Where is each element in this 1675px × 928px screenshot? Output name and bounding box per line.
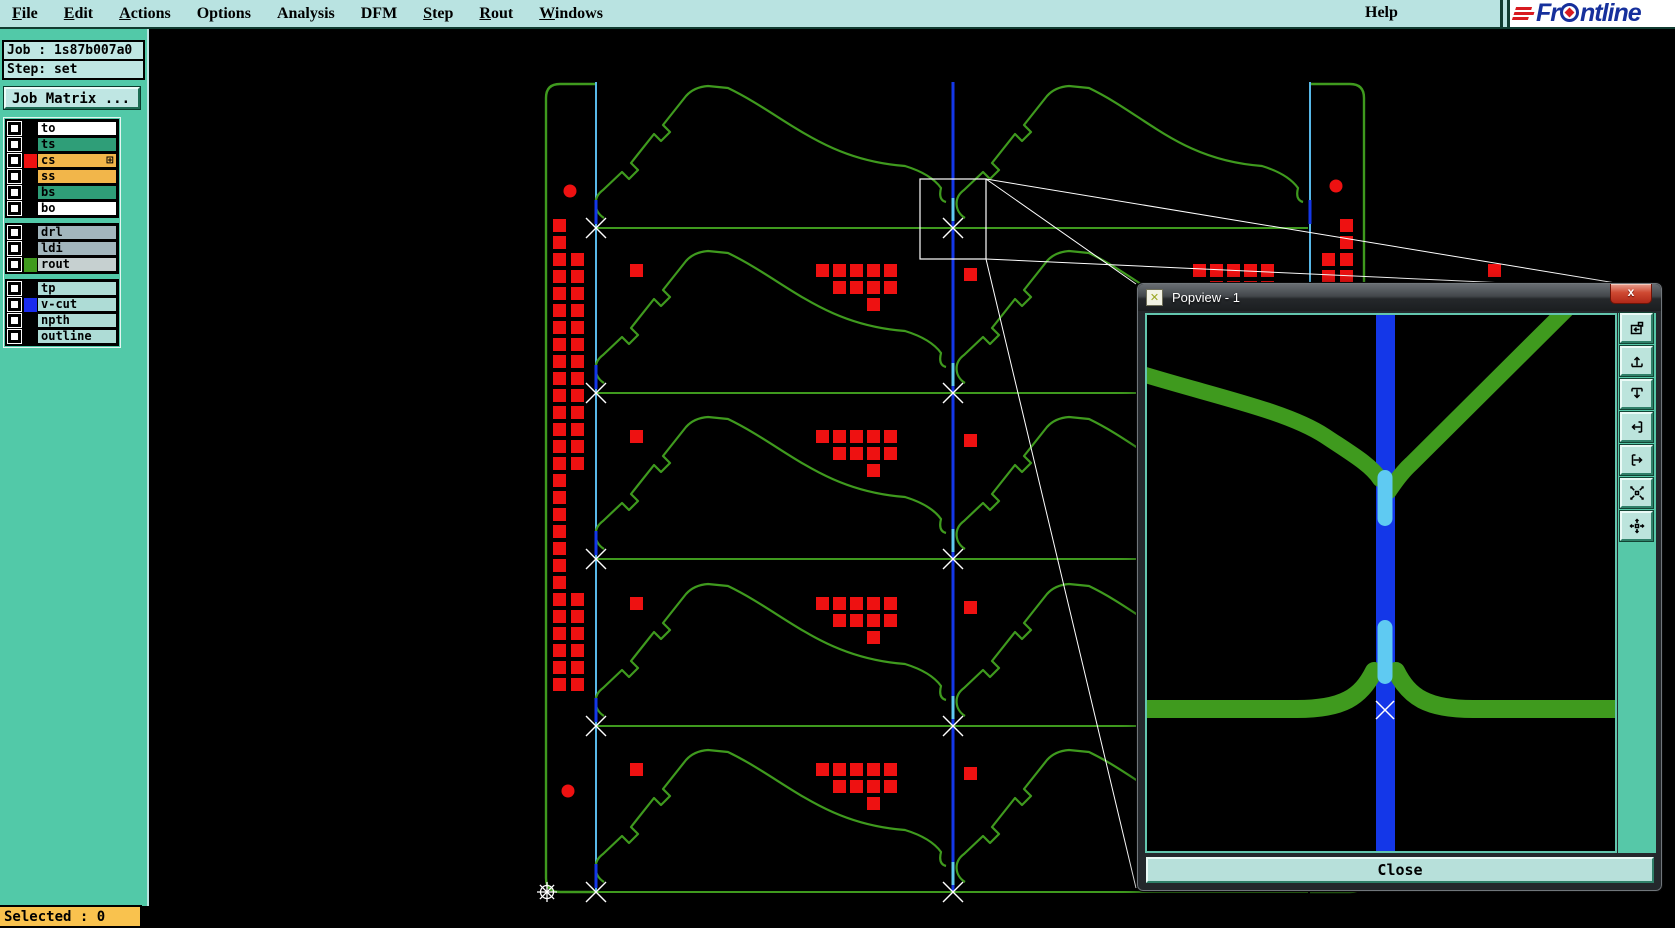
layer-checkbox-to[interactable] [7,121,22,136]
layer-color-swatch [24,313,37,328]
layer-label-npth[interactable]: npth [37,313,117,328]
layer-color-swatch [24,185,37,200]
menu-item-analysis[interactable]: Analysis [277,5,335,23]
layer-row-ldi[interactable]: ldi [7,241,117,256]
step-field: Step: set [2,60,145,80]
menu-bar: File Edit Actions Options Analysis DFM Step Rou… [0,0,1675,29]
layer-checkbox-cs[interactable] [7,153,22,168]
frontline-logo: Fr ntline [1507,0,1675,27]
layer-color-swatch [24,241,37,256]
layer-label-bo[interactable]: bo [37,201,117,216]
application-window: File Edit Actions Options Analysis DFM Step Rou… [0,0,1675,928]
pan-left-icon[interactable] [1619,411,1654,443]
menu-item-file[interactable]: File [12,5,38,23]
layer-checkbox-npth[interactable] [7,313,22,328]
menu-items: File Edit Actions Options Analysis DFM Step Rou… [12,0,603,27]
layer-color-swatch [24,297,37,312]
layer-checkbox-bs[interactable] [7,185,22,200]
layer-label-ss[interactable]: ss [37,169,117,184]
layer-color-swatch [24,201,37,216]
layer-group: to ts cs ⊞ ss bs bo [5,119,119,218]
popview-canvas[interactable] [1130,297,1632,853]
layer-row-outline[interactable]: outline [7,329,117,344]
layer-checkbox-rout[interactable] [7,257,22,272]
layer-checkbox-outline[interactable] [7,329,22,344]
pan-up-icon[interactable] [1619,345,1654,377]
popview-window: ✕ Popview - 1 x Close [1130,282,1663,892]
layer-row-drl[interactable]: drl [7,225,117,240]
popview-close-icon[interactable]: x [1610,284,1652,304]
menu-item-actions[interactable]: Actions [119,5,171,23]
layer-label-to[interactable]: to [37,121,117,136]
layer-matrix: to ts cs ⊞ ss bs bo drl ldi rout tp v-cut npth outlin… [3,117,121,348]
layer-color-swatch [24,257,37,272]
logo-prefix: Fr [1536,0,1560,27]
layer-row-npth[interactable]: npth [7,313,117,328]
layer-color-swatch [24,225,37,240]
layer-label-outline[interactable]: outline [37,329,117,344]
layer-label-cs[interactable]: cs ⊞ [37,153,117,168]
layer-group: drl ldi rout [5,223,119,274]
menu-item-help[interactable]: Help [1365,4,1398,22]
logo-separator [1500,0,1503,27]
layer-row-ts[interactable]: ts [7,137,117,152]
layer-checkbox-drl[interactable] [7,225,22,240]
layer-row-bs[interactable]: bs [7,185,117,200]
sidebar: Job : 1s87b007a0 Step: set Job Matrix ..… [0,29,149,906]
menu-item-dfm[interactable]: DFM [361,5,397,23]
layer-row-rout[interactable]: rout [7,257,117,272]
grid-icon: ⊞ [105,155,114,166]
layer-color-swatch [24,329,37,344]
layer-row-to[interactable]: to [7,121,117,136]
layer-checkbox-v-cut[interactable] [7,297,22,312]
layer-label-tp[interactable]: tp [37,281,117,296]
status-bar: Selected : 0 [0,905,142,928]
popview-toolbar [1618,312,1656,853]
layer-label-ts[interactable]: ts [37,137,117,152]
popview-close-button[interactable]: Close [1146,857,1654,883]
layer-row-v-cut[interactable]: v-cut [7,297,117,312]
popview-title: Popview - 1 [1172,290,1240,305]
job-field: Job : 1s87b007a0 [2,40,145,60]
menu-item-edit[interactable]: Edit [64,5,93,23]
layer-checkbox-tp[interactable] [7,281,22,296]
layer-row-tp[interactable]: tp [7,281,117,296]
menu-item-windows[interactable]: Windows [539,5,603,23]
logo-suffix: ntline [1580,0,1642,27]
menu-item-rout[interactable]: Rout [479,5,513,23]
job-matrix-button[interactable]: Job Matrix ... [3,86,141,110]
layer-label-bs[interactable]: bs [37,185,117,200]
layer-row-bo[interactable]: bo [7,201,117,216]
menu-item-step[interactable]: Step [423,5,453,23]
pan-down-icon[interactable] [1619,378,1654,410]
layer-row-cs[interactable]: cs ⊞ [7,153,117,168]
fit-view-icon[interactable] [1619,510,1654,542]
layer-color-swatch [24,169,37,184]
center-view-icon[interactable] [1619,477,1654,509]
layer-row-ss[interactable]: ss [7,169,117,184]
layer-checkbox-ss[interactable] [7,169,22,184]
layer-color-swatch [24,153,37,168]
layer-checkbox-bo[interactable] [7,201,22,216]
speed-lines-icon [1511,7,1536,20]
layer-label-drl[interactable]: drl [37,225,117,240]
layer-checkbox-ts[interactable] [7,137,22,152]
layer-color-swatch [24,137,37,152]
logo-o-icon [1560,3,1579,22]
layer-group: tp v-cut npth outline [5,279,119,346]
layer-label-v-cut[interactable]: v-cut [37,297,117,312]
layer-label-rout[interactable]: rout [37,257,117,272]
layer-color-swatch [24,121,37,136]
layer-checkbox-ldi[interactable] [7,241,22,256]
menu-item-options[interactable]: Options [197,5,251,23]
pan-right-icon[interactable] [1619,444,1654,476]
popview-titlebar[interactable]: ✕ Popview - 1 x [1138,284,1661,311]
open-in-window-icon[interactable] [1619,312,1654,344]
layer-color-swatch [24,281,37,296]
popview-app-icon: ✕ [1146,289,1163,306]
layer-label-ldi[interactable]: ldi [37,241,117,256]
